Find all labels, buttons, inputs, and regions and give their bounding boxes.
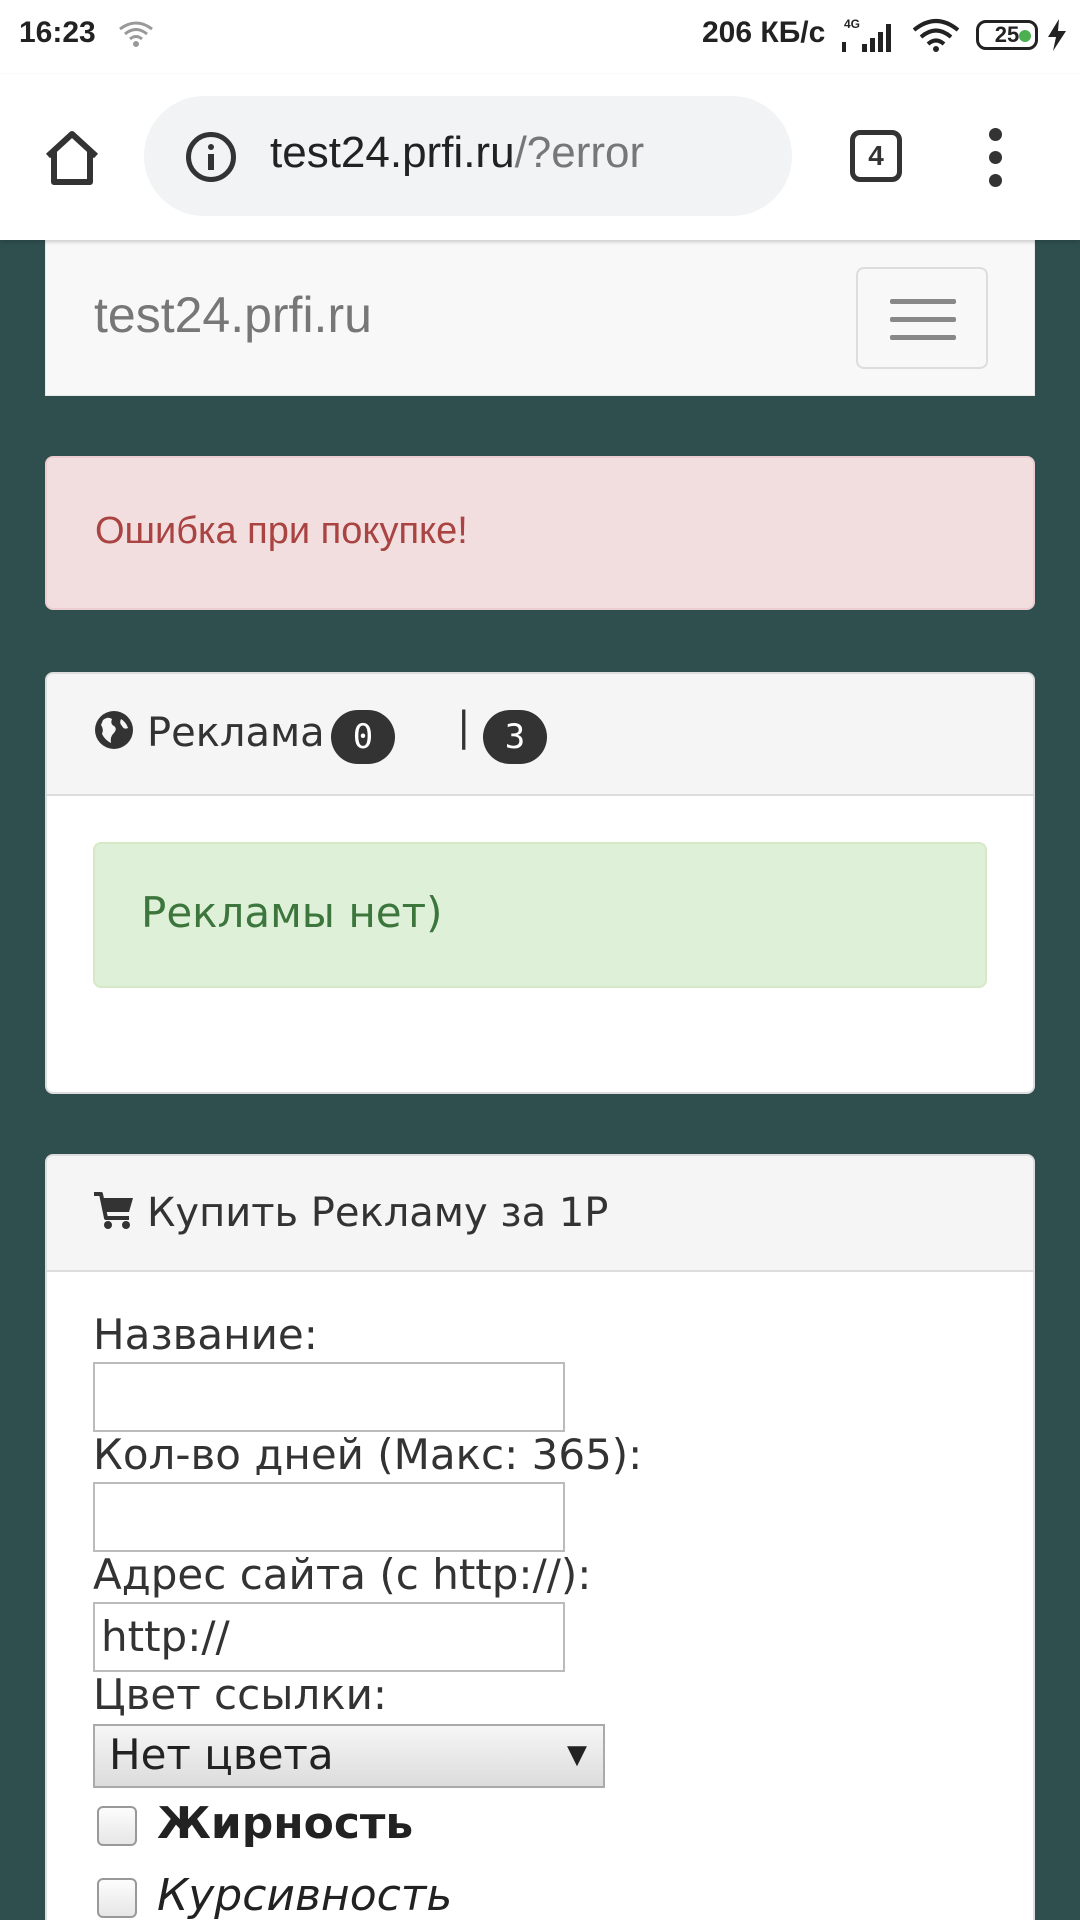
name-label: Название:: [93, 1310, 318, 1359]
days-input[interactable]: [93, 1482, 565, 1552]
url-path: /?error: [514, 128, 645, 177]
bold-checkbox[interactable]: [97, 1806, 137, 1846]
more-vert-icon[interactable]: [984, 128, 1008, 188]
buy-ad-panel: Купить Рекламу за 1Р Название: Кол-во дн…: [45, 1154, 1035, 1920]
status-bar: 16:23 206 КБ/с 4G 25: [0, 0, 1080, 74]
ads-panel-title: Реклама: [147, 710, 325, 756]
italic-label: Курсивность: [157, 1870, 453, 1920]
badge-separator: |: [457, 704, 471, 750]
no-ads-message: Рекламы нет): [141, 888, 443, 937]
url-text[interactable]: test24.prfi.ru/?error: [270, 128, 644, 178]
link-color-label: Цвет ссылки:: [93, 1670, 388, 1719]
site-navbar: test24.prfi.ru: [45, 240, 1035, 396]
no-ads-alert: Рекламы нет): [93, 842, 987, 988]
hamburger-menu-button[interactable]: [856, 267, 988, 369]
status-time: 16:23: [19, 16, 96, 49]
buy-ad-panel-heading: Купить Рекламу за 1Р: [47, 1156, 1033, 1272]
signal-4g-icon: 4G: [842, 17, 891, 52]
site-label: Адрес сайта (с http://):: [93, 1550, 592, 1599]
ads-panel-heading: Реклама 0 | 3: [47, 674, 1033, 796]
ads-panel: Реклама 0 | 3 Рекламы нет): [45, 672, 1035, 1094]
home-icon[interactable]: [40, 126, 104, 190]
svg-text:4G: 4G: [844, 17, 860, 31]
browser-toolbar: test24.prfi.ru/?error 4: [0, 74, 1080, 240]
error-alert: Ошибка при покупке!: [45, 456, 1035, 610]
name-input[interactable]: [93, 1362, 565, 1432]
days-label: Кол-во дней (Макс: 365):: [93, 1430, 643, 1479]
cart-icon: [94, 1192, 133, 1229]
buy-ad-panel-title: Купить Рекламу за 1Р: [147, 1190, 609, 1236]
wifi-icon: [119, 21, 153, 47]
link-color-select[interactable]: Нет цвета ▼: [93, 1724, 605, 1788]
charging-icon: [1048, 19, 1066, 51]
error-message: Ошибка при покупке!: [95, 510, 468, 552]
battery-icon: 25: [976, 20, 1038, 50]
bold-label: Жирность: [157, 1798, 414, 1849]
wifi-icon: [912, 19, 960, 52]
network-speed: 206 КБ/с: [702, 16, 826, 49]
url-bar[interactable]: test24.prfi.ru/?error: [144, 96, 792, 216]
ads-total-badge: 3: [483, 710, 547, 764]
site-brand[interactable]: test24.prfi.ru: [94, 286, 372, 344]
url-host: test24.prfi.ru: [270, 128, 515, 177]
globe-icon: [95, 711, 133, 749]
link-color-selected: Нет цвета: [109, 1730, 334, 1779]
ads-active-badge: 0: [331, 710, 395, 764]
site-url-input[interactable]: http://: [93, 1602, 565, 1672]
tabs-icon[interactable]: 4: [850, 130, 902, 182]
info-icon[interactable]: [186, 132, 236, 182]
italic-checkbox[interactable]: [97, 1878, 137, 1918]
dropdown-arrow-icon: ▼: [567, 1740, 587, 1770]
